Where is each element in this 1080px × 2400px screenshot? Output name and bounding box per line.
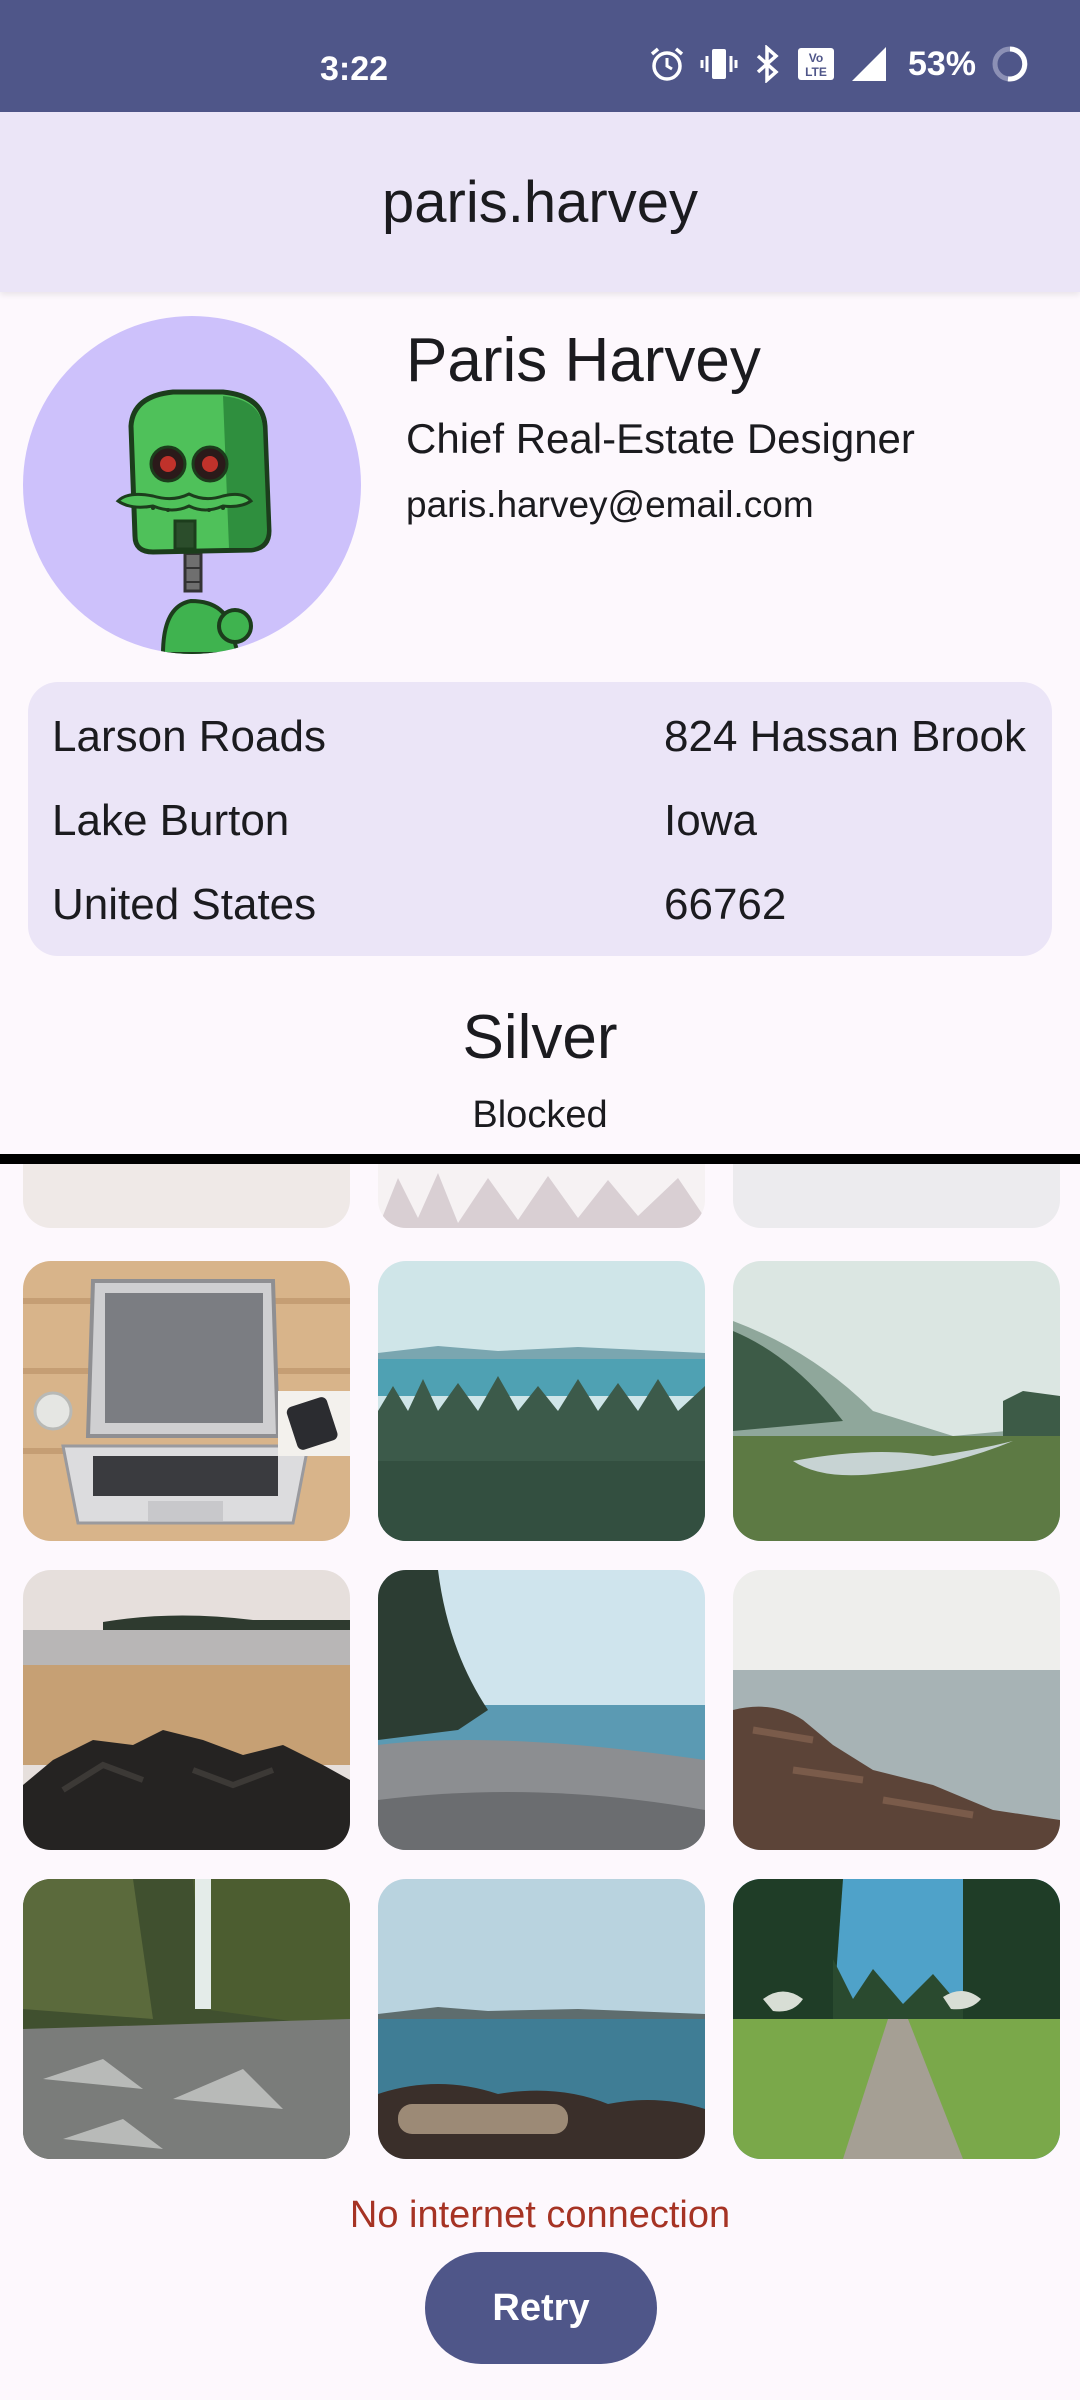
photo-sandy-beach-rocks[interactable] [23, 1570, 350, 1850]
photo-forest-sea[interactable] [378, 1261, 705, 1541]
membership-tier: Silver [462, 1003, 618, 1072]
error-message: No internet connection [349, 2194, 731, 2236]
status-bar: 3:22 Vo LTE 53% [0, 0, 1080, 112]
photo-waterfall[interactable] [23, 1879, 350, 2159]
profile-email: paris.harvey@email.com [406, 484, 814, 525]
photo-misty-river[interactable] [733, 1261, 1060, 1541]
status-time: 3:22 [320, 50, 389, 88]
svg-text:LTE: LTE [805, 65, 827, 79]
address-city: Lake Burton [52, 796, 290, 845]
avatar [23, 316, 361, 654]
address-zip: 66762 [664, 880, 787, 929]
alarm-icon [648, 45, 686, 83]
photo-forest-path[interactable] [733, 1879, 1060, 2159]
divider [0, 1154, 1080, 1164]
photo-grid[interactable] [0, 1164, 1080, 2164]
retry-button[interactable]: Retry [425, 2252, 657, 2364]
volte-icon: Vo LTE [796, 45, 836, 83]
address-building: 824 Hassan Brook [664, 712, 1026, 761]
address-state: Iowa [664, 796, 757, 845]
robot-avatar-icon [115, 389, 272, 654]
profile-job-title: Chief Real-Estate Designer [406, 415, 915, 462]
address-street: Larson Roads [52, 712, 326, 761]
address-country: United States [52, 880, 317, 929]
bluetooth-icon [752, 45, 782, 83]
battery-percentage: 53% [907, 44, 976, 83]
signal-icon [850, 45, 888, 83]
app-bar-title: paris.harvey [382, 169, 698, 235]
address-card: Larson Roads 824 Hassan Brook Lake Burto… [28, 682, 1052, 956]
photo-pebble-shore[interactable] [378, 1570, 705, 1850]
status-icons: Vo LTE 53% [648, 44, 1030, 84]
profile-name: Paris Harvey [406, 326, 761, 395]
app-bar: paris.harvey [0, 112, 1080, 292]
photo-sea-driftwood[interactable] [378, 1879, 705, 2159]
vibrate-icon [700, 45, 738, 83]
photo-tile[interactable] [733, 1164, 1060, 1228]
battery-icon [990, 44, 1030, 84]
photo-tile[interactable] [378, 1164, 705, 1228]
photo-rocky-coast[interactable] [733, 1570, 1060, 1850]
screen: 3:22 Vo LTE 53% paris.harvey Paris Harve… [0, 0, 1080, 2400]
membership-status: Blocked [472, 1094, 608, 1136]
photo-tile[interactable] [23, 1164, 350, 1228]
svg-text:Vo: Vo [809, 51, 823, 65]
photo-laptop-desk[interactable] [23, 1261, 350, 1541]
